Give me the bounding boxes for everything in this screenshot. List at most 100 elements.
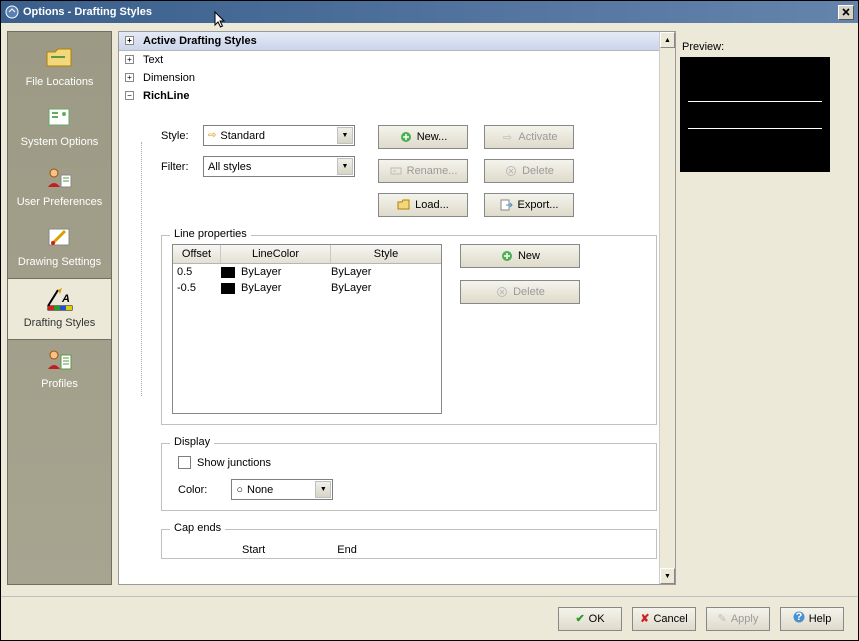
sidebar-item-label: Drafting Styles	[24, 317, 96, 329]
tree-header-label: Active Drafting Styles	[143, 35, 257, 47]
button-label: Delete	[522, 165, 554, 177]
line-properties-fieldset: Line properties Offset LineColor Style 0…	[161, 235, 657, 425]
tree-item-dimension[interactable]: + Dimension	[119, 69, 675, 87]
expand-icon[interactable]: +	[125, 55, 134, 64]
bottom-bar: ✔ OK ✘ Cancel ✎ Apply ? Help	[1, 596, 858, 640]
table-row[interactable]: 0.5 ByLayer ByLayer	[173, 264, 441, 280]
cell-offset: 0.5	[177, 266, 221, 278]
tree-header-active-drafting-styles[interactable]: + Active Drafting Styles	[119, 32, 675, 51]
lineprops-delete-button[interactable]: Delete	[460, 280, 580, 304]
close-button[interactable]	[838, 5, 854, 20]
sidebar-item-label: Drawing Settings	[18, 256, 101, 268]
expand-icon[interactable]: +	[125, 73, 134, 82]
tree-item-label: RichLine	[143, 90, 189, 102]
apply-button[interactable]: ✎ Apply	[706, 607, 770, 631]
filter-value: All styles	[208, 161, 251, 173]
line-properties-table[interactable]: Offset LineColor Style 0.5 ByLayer ByLay…	[172, 244, 442, 414]
button-label: Export...	[518, 199, 559, 211]
filter-label: Filter:	[161, 161, 203, 173]
titlebar: Options - Drafting Styles	[1, 1, 858, 23]
help-icon: ?	[793, 611, 805, 626]
folder-icon	[43, 44, 77, 72]
show-junctions-checkbox[interactable]	[178, 456, 191, 469]
new-button[interactable]: New...	[378, 125, 468, 149]
show-junctions-label: Show junctions	[197, 457, 271, 469]
expand-icon[interactable]: +	[125, 36, 134, 45]
load-button[interactable]: Load...	[378, 193, 468, 217]
scroll-up-button[interactable]: ▲	[660, 32, 675, 48]
capends-end-label: End	[337, 544, 357, 556]
preview-canvas	[680, 57, 830, 172]
export-icon	[500, 198, 514, 212]
sidebar-item-label: Profiles	[41, 378, 78, 390]
chevron-down-icon[interactable]: ▼	[337, 158, 353, 175]
chevron-down-icon[interactable]: ▼	[315, 481, 331, 498]
drawing-icon	[43, 224, 77, 252]
sidebar-item-profiles[interactable]: Profiles	[8, 340, 111, 400]
table-row[interactable]: -0.5 ByLayer ByLayer	[173, 280, 441, 296]
column-header-style[interactable]: Style	[331, 245, 441, 263]
rename-button[interactable]: Rename...	[378, 159, 468, 183]
export-button[interactable]: Export...	[484, 193, 574, 217]
scroll-down-button[interactable]: ▼	[660, 568, 675, 584]
collapse-icon[interactable]: −	[125, 91, 134, 100]
button-label: OK	[589, 613, 605, 625]
sidebar-item-drawing-settings[interactable]: Drawing Settings	[8, 218, 111, 278]
app-icon	[5, 5, 19, 19]
options-icon	[43, 104, 77, 132]
apply-icon: ✎	[718, 612, 727, 625]
fieldset-title: Cap ends	[170, 522, 225, 534]
sidebar-item-drafting-styles[interactable]: A Drafting Styles	[8, 278, 111, 340]
button-label: New...	[417, 131, 448, 143]
cell-style: ByLayer	[331, 282, 441, 294]
cell-offset: -0.5	[177, 282, 221, 294]
close-icon	[842, 8, 850, 16]
color-value: None	[247, 484, 273, 496]
fieldset-title: Line properties	[170, 228, 251, 240]
tree-item-text[interactable]: + Text	[119, 51, 675, 69]
body: File Locations System Options User Prefe…	[1, 23, 858, 593]
rename-icon	[389, 164, 403, 178]
display-color-select[interactable]: ○ None ▼	[231, 479, 333, 500]
style-value: Standard	[220, 130, 265, 142]
cell-color: ByLayer	[241, 266, 281, 278]
sidebar-item-user-preferences[interactable]: User Preferences	[8, 158, 111, 218]
delete-button[interactable]: Delete	[484, 159, 574, 183]
svg-text:?: ?	[795, 611, 802, 623]
tree-guide-line	[141, 142, 142, 396]
main-content: + Active Drafting Styles + Text + Dimens…	[118, 23, 858, 593]
sidebar-item-file-locations[interactable]: File Locations	[8, 38, 111, 98]
sidebar-item-label: File Locations	[26, 76, 94, 88]
button-label: Cancel	[653, 613, 687, 625]
ok-button[interactable]: ✔ OK	[558, 607, 622, 631]
sidebar-item-label: User Preferences	[17, 196, 103, 208]
display-fieldset: Display Show junctions Color: ○ None ▼	[161, 443, 657, 511]
plus-icon	[399, 130, 413, 144]
profiles-icon	[43, 346, 77, 374]
help-button[interactable]: ? Help	[780, 607, 844, 631]
chevron-down-icon[interactable]: ▼	[337, 127, 353, 144]
filter-select[interactable]: All styles ▼	[203, 156, 355, 177]
column-header-offset[interactable]: Offset	[173, 245, 221, 263]
vertical-scrollbar[interactable]: ▲ ▼	[659, 32, 675, 584]
column-header-linecolor[interactable]: LineColor	[221, 245, 331, 263]
options-window: Options - Drafting Styles File Locations…	[0, 0, 859, 641]
cell-style: ByLayer	[331, 266, 441, 278]
tree-pane: + Active Drafting Styles + Text + Dimens…	[118, 31, 676, 585]
cancel-button[interactable]: ✘ Cancel	[632, 607, 696, 631]
button-label: Load...	[415, 199, 449, 211]
none-icon: ○	[236, 484, 243, 496]
tree-item-richline[interactable]: − RichLine	[119, 87, 675, 105]
user-pref-icon	[43, 164, 77, 192]
style-select[interactable]: ⇨ Standard ▼	[203, 125, 355, 146]
preview-line	[688, 128, 822, 129]
style-label: Style:	[161, 130, 203, 142]
button-label: Activate	[518, 131, 557, 143]
activate-button[interactable]: ⇨ Activate	[484, 125, 574, 149]
lineprops-new-button[interactable]: New	[460, 244, 580, 268]
color-swatch	[221, 283, 235, 294]
sidebar-item-system-options[interactable]: System Options	[8, 98, 111, 158]
cell-color: ByLayer	[241, 282, 281, 294]
delete-icon	[504, 164, 518, 178]
capends-fieldset: Cap ends Start End	[161, 529, 657, 559]
